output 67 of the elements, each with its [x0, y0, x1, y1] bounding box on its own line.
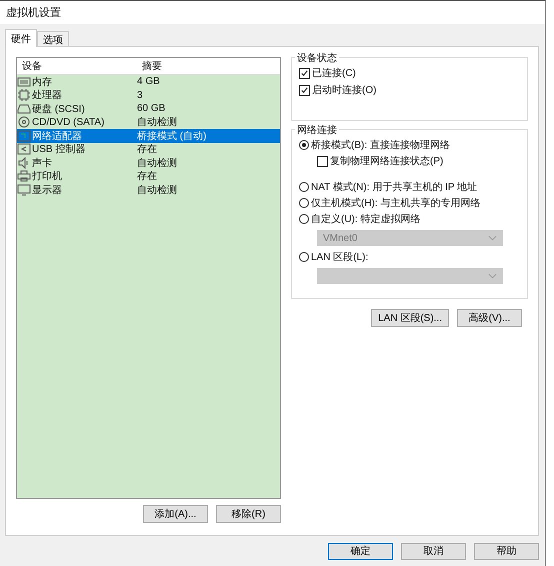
device-row[interactable]: CD/DVD (SATA) 自动检测	[17, 116, 280, 129]
tab[interactable]: 硬件	[5, 29, 37, 47]
dialog-button[interactable]: 帮助	[474, 542, 539, 560]
device-summary: 自动检测	[137, 156, 177, 170]
device-summary: 桥接模式 (自动)	[137, 130, 206, 143]
device-name: 网络适配器	[32, 130, 82, 143]
device-name: 内存	[32, 76, 52, 89]
device-name: CD/DVD (SATA)	[32, 116, 104, 128]
tab[interactable]: 选项	[37, 31, 69, 46]
radio-button[interactable]	[299, 140, 309, 150]
checkbox-option[interactable]: 已连接(C)	[299, 66, 520, 80]
device-summary: 存在	[137, 170, 157, 184]
device-row[interactable]: 显示器 自动检测	[17, 183, 280, 196]
list-button[interactable]: 移除(R)	[216, 505, 281, 523]
checkbox-option[interactable]: 启动时连接(O)	[299, 83, 520, 97]
radio-button[interactable]	[299, 182, 309, 192]
device-row[interactable]: 网络适配器 桥接模式 (自动)	[17, 129, 280, 142]
device-row[interactable]: USB 控制器 存在	[17, 142, 280, 156]
dialog-button[interactable]: 取消	[401, 542, 466, 560]
device-row[interactable]: 处理器 3	[17, 88, 280, 102]
usb-icon	[17, 143, 31, 156]
device-name: USB 控制器	[32, 142, 86, 156]
disc-icon	[17, 116, 31, 128]
radio-option[interactable]: 自定义(U): 特定虚拟网络	[299, 212, 520, 226]
monitor-icon	[17, 184, 31, 196]
device-summary: 自动检测	[137, 116, 177, 130]
group-title: 网络连接	[295, 123, 339, 137]
network-button[interactable]: 高级(V)...	[457, 309, 522, 327]
device-name: 显示器	[32, 184, 62, 197]
printer-icon	[17, 170, 31, 182]
caret-icon	[488, 235, 497, 241]
radio-button[interactable]	[299, 214, 309, 224]
network-button[interactable]: LAN 区段(S)...	[371, 309, 449, 327]
radio-option[interactable]: 仅主机模式(H): 与主机共享的专用网络	[299, 196, 520, 210]
radio-option[interactable]: 桥接模式(B): 直接连接物理网络	[299, 138, 520, 152]
device-summary: 4 GB	[137, 76, 160, 88]
list-button[interactable]: 添加(A)...	[143, 505, 208, 523]
device-summary: 60 GB	[137, 103, 166, 114]
radio-button[interactable]	[299, 252, 309, 262]
drive-icon	[17, 102, 31, 115]
device-summary: 自动检测	[137, 184, 177, 197]
device-name: 处理器	[32, 88, 62, 102]
radio-option[interactable]: NAT 模式(N): 用于共享主机的 IP 地址	[299, 180, 520, 194]
checkbox[interactable]	[317, 156, 328, 166]
device-name: 硬盘 (SCSI)	[32, 102, 85, 116]
checkbox[interactable]	[299, 84, 310, 96]
column-header[interactable]: 设备	[17, 59, 137, 73]
device-row[interactable]: 内存 4 GB	[17, 75, 280, 88]
device-summary: 存在	[137, 143, 157, 156]
device-summary: 3	[137, 90, 143, 101]
caret-icon	[488, 273, 497, 279]
chip-icon	[17, 89, 31, 102]
device-name: 声卡	[32, 156, 52, 170]
column-header[interactable]: 摘要	[137, 59, 257, 73]
checkbox-option[interactable]: 复制物理网络连接状态(P)	[299, 154, 520, 168]
checkbox[interactable]	[299, 68, 310, 78]
group-title: 设备状态	[295, 51, 339, 65]
network-icon	[17, 130, 31, 142]
device-row[interactable]: 硬盘 (SCSI) 60 GB	[17, 102, 280, 116]
window-title: 虚拟机设置	[6, 6, 61, 20]
radio-button[interactable]	[299, 198, 309, 208]
device-row[interactable]: 声卡 自动检测	[17, 156, 280, 170]
device-name: 打印机	[32, 170, 62, 184]
memory-icon	[17, 76, 31, 88]
radio-option[interactable]: LAN 区段(L):	[299, 250, 520, 264]
device-row[interactable]: 打印机 存在	[17, 170, 280, 183]
dialog-button[interactable]: 确定	[328, 542, 393, 560]
